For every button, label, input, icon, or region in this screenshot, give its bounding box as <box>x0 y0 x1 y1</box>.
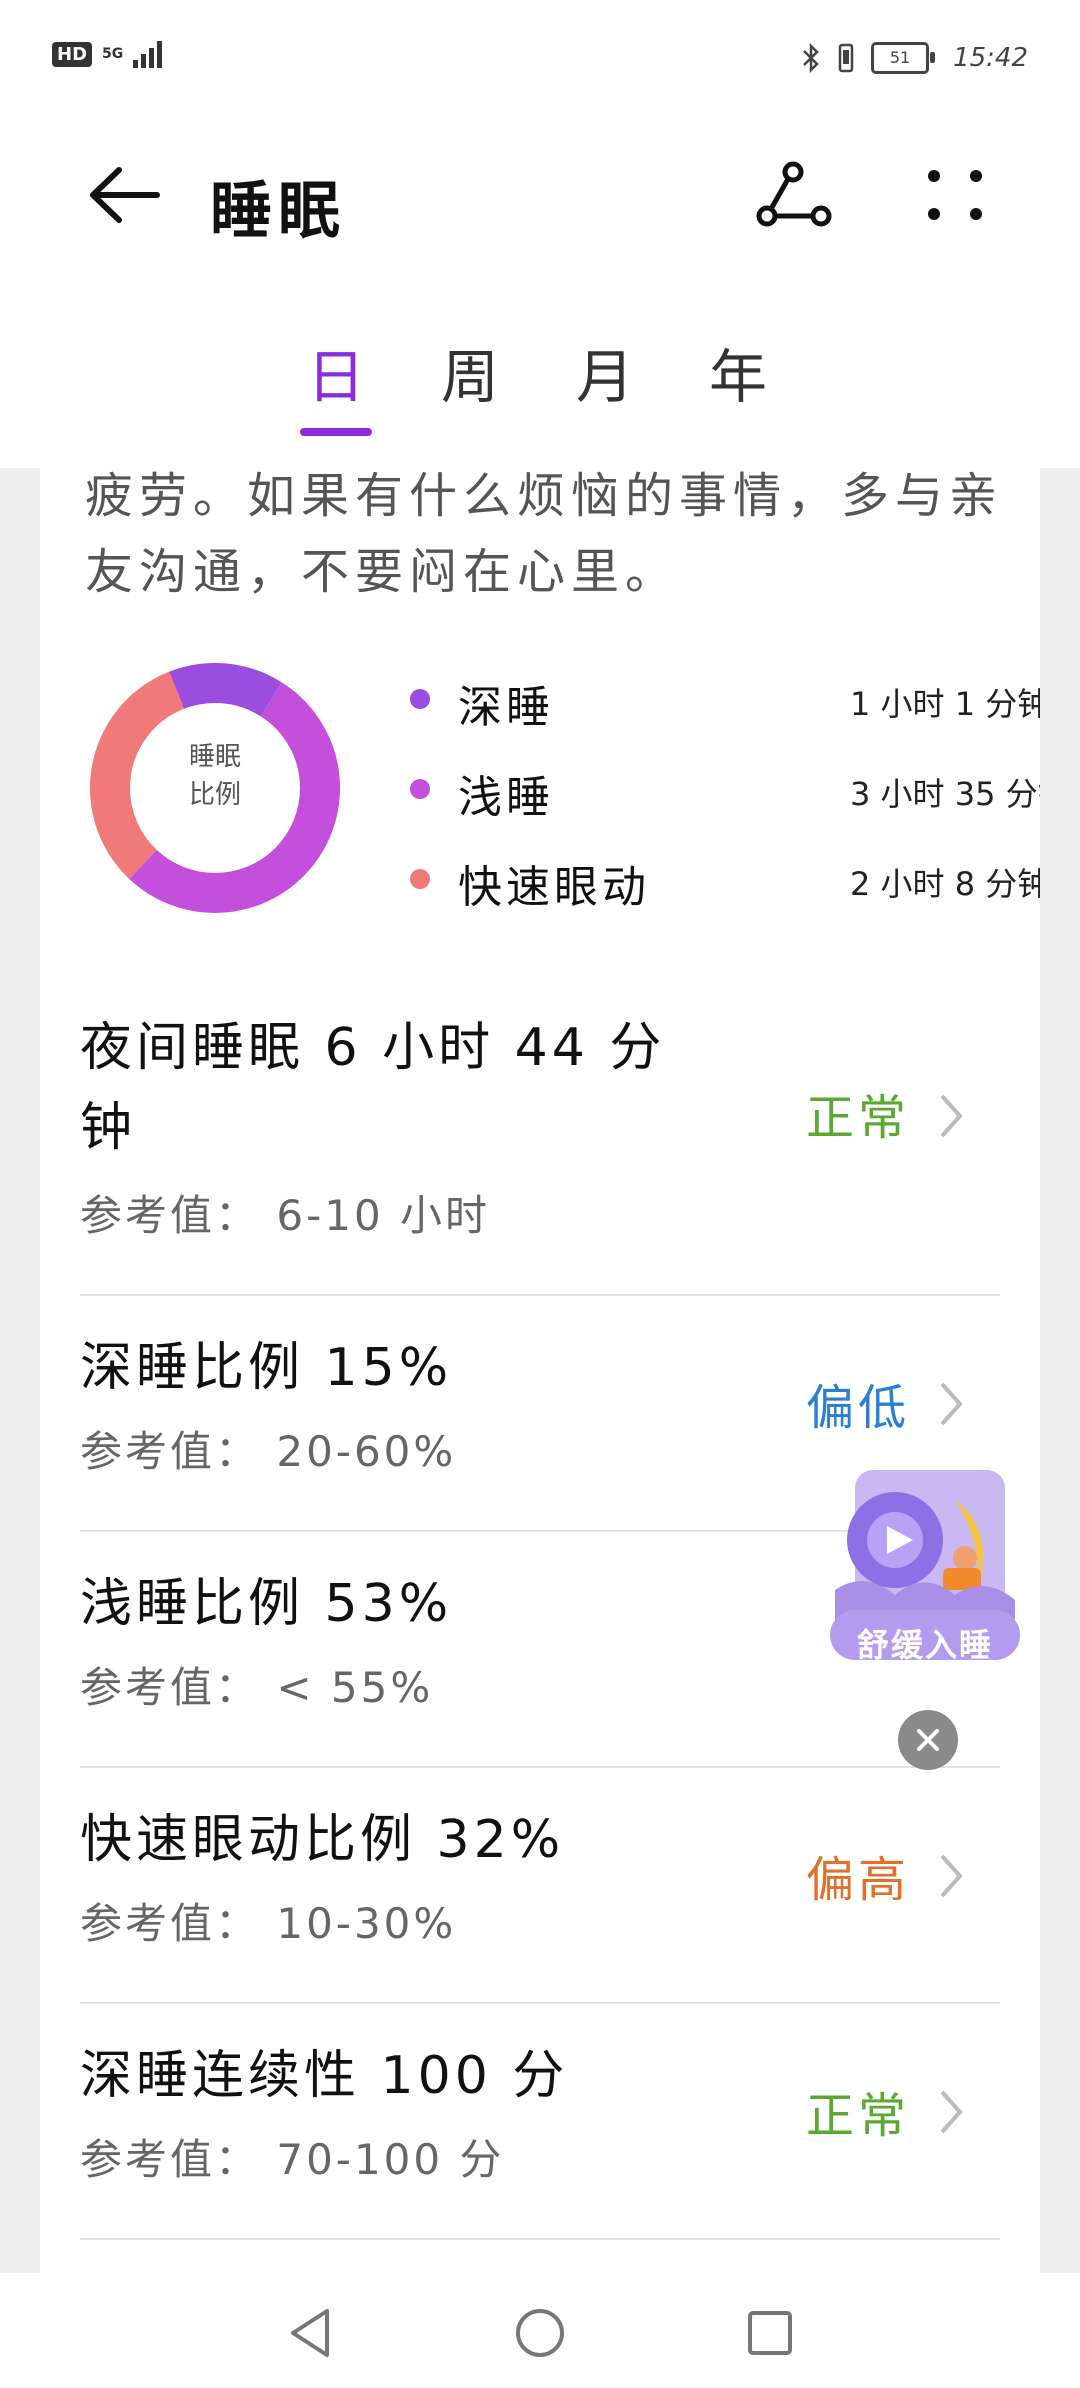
status-badge: 偏高 <box>805 1852 910 1908</box>
square-recents-icon <box>748 2311 792 2355</box>
sleep-aid-widget[interactable]: 舒缓入睡 <box>825 1460 1025 1680</box>
legend-dot-light <box>410 779 430 799</box>
tab-week[interactable]: 周 <box>430 330 510 414</box>
tab-day[interactable]: 日 <box>296 330 376 414</box>
nav-back-button[interactable] <box>275 2298 345 2368</box>
status-badge: 正常 <box>805 1090 910 1146</box>
page-title: 睡眠 <box>210 174 347 247</box>
tab-month[interactable]: 月 <box>565 330 645 414</box>
chevron-right-icon <box>940 1382 963 1426</box>
battery-icon: 51 <box>871 42 936 74</box>
network-type: 5G <box>102 46 124 62</box>
status-time: 15:42 <box>953 43 1028 73</box>
chevron-right-icon <box>940 2090 963 2134</box>
signal-icon <box>133 40 163 68</box>
legend-value: 1 小时 1 分钟 <box>850 685 1040 723</box>
bluetooth-icon <box>803 43 819 73</box>
sleep-legend: 深睡 1 小时 1 分钟 浅睡 3 小时 35 分钟 快速眼动 2 小时 8 分… <box>410 653 1040 923</box>
status-bar: HD 5G 51 15:42 <box>0 0 1080 120</box>
status-badge: 正常 <box>805 2088 910 2144</box>
legend-name: 快速眼动 <box>458 862 650 913</box>
legend-value: 3 小时 35 分钟 <box>850 775 1040 813</box>
circle-home-icon <box>516 2309 564 2357</box>
more-icon <box>928 170 982 220</box>
status-left: HD 5G <box>52 40 163 68</box>
metric-reference: 参考值： 6-10 小时 <box>80 1191 491 1240</box>
donut-label-line2: 比例 <box>188 780 241 810</box>
legend-dot-rem <box>410 869 430 889</box>
metric-deep-continuity[interactable]: 深睡连续性 100 分 参考值： 70-100 分 正常 <box>80 2036 980 2216</box>
nav-home-button[interactable] <box>505 2298 575 2368</box>
sleep-advice-text: 疲劳。如果有什么烦恼的事情，多与亲友沟通，不要闷在心里。 <box>85 468 1004 600</box>
back-arrow-icon <box>90 167 160 223</box>
app-header: 睡眠 <box>0 130 1080 260</box>
legend-value: 2 小时 8 分钟 <box>850 865 1040 903</box>
chevron-right-icon <box>940 1094 963 1138</box>
status-badge: 偏低 <box>805 1380 910 1436</box>
legend-item-rem: 快速眼动 2 小时 8 分钟 <box>410 833 1040 923</box>
legend-dot-deep <box>410 689 430 709</box>
vibrate-icon <box>838 43 854 73</box>
share-button[interactable] <box>750 150 840 240</box>
close-widget-button[interactable] <box>898 1710 958 1770</box>
divider <box>80 2238 1000 2240</box>
period-tabs: 日 周 月 年 <box>0 320 1080 440</box>
divider <box>80 1766 1000 1768</box>
legend-name: 浅睡 <box>458 772 554 823</box>
legend-item-deep: 深睡 1 小时 1 分钟 <box>410 653 1040 743</box>
close-icon <box>917 1729 939 1751</box>
sleep-aid-label: 舒缓入睡 <box>856 1626 993 1664</box>
back-button[interactable] <box>80 150 170 240</box>
metric-name: 夜间睡眠 6 小时 44 分 <box>80 1018 666 1078</box>
metric-night-sleep[interactable]: 夜间睡眠 6 小时 44 分 钟 参考值： 6-10 小时 正常 <box>80 1008 980 1248</box>
donut-label: 睡眠 比例 <box>85 738 345 814</box>
more-button[interactable] <box>910 150 1000 240</box>
chevron-right-icon <box>940 1854 963 1898</box>
tab-year[interactable]: 年 <box>698 330 778 414</box>
donut-label-line1: 睡眠 <box>188 742 241 772</box>
legend-item-light: 浅睡 3 小时 35 分钟 <box>410 743 1040 833</box>
metric-rem-ratio[interactable]: 快速眼动比例 32% 参考值： 10-30% 偏高 <box>80 1800 980 1980</box>
tab-indicator <box>300 428 372 436</box>
system-nav-bar <box>0 2273 1080 2388</box>
triangle-back-icon <box>291 2309 329 2357</box>
sleep-detail-card[interactable]: 疲劳。如果有什么烦恼的事情，多与亲友沟通，不要闷在心里。 睡眠 比例 深睡 1 … <box>40 468 1040 2273</box>
hd-badge: HD <box>52 41 93 67</box>
status-right: 51 15:42 <box>801 42 1028 74</box>
legend-name: 深睡 <box>458 682 554 733</box>
divider <box>80 2002 1000 2004</box>
share-icon <box>756 161 832 227</box>
nav-recents-button[interactable] <box>735 2298 805 2368</box>
divider <box>80 1294 1000 1296</box>
